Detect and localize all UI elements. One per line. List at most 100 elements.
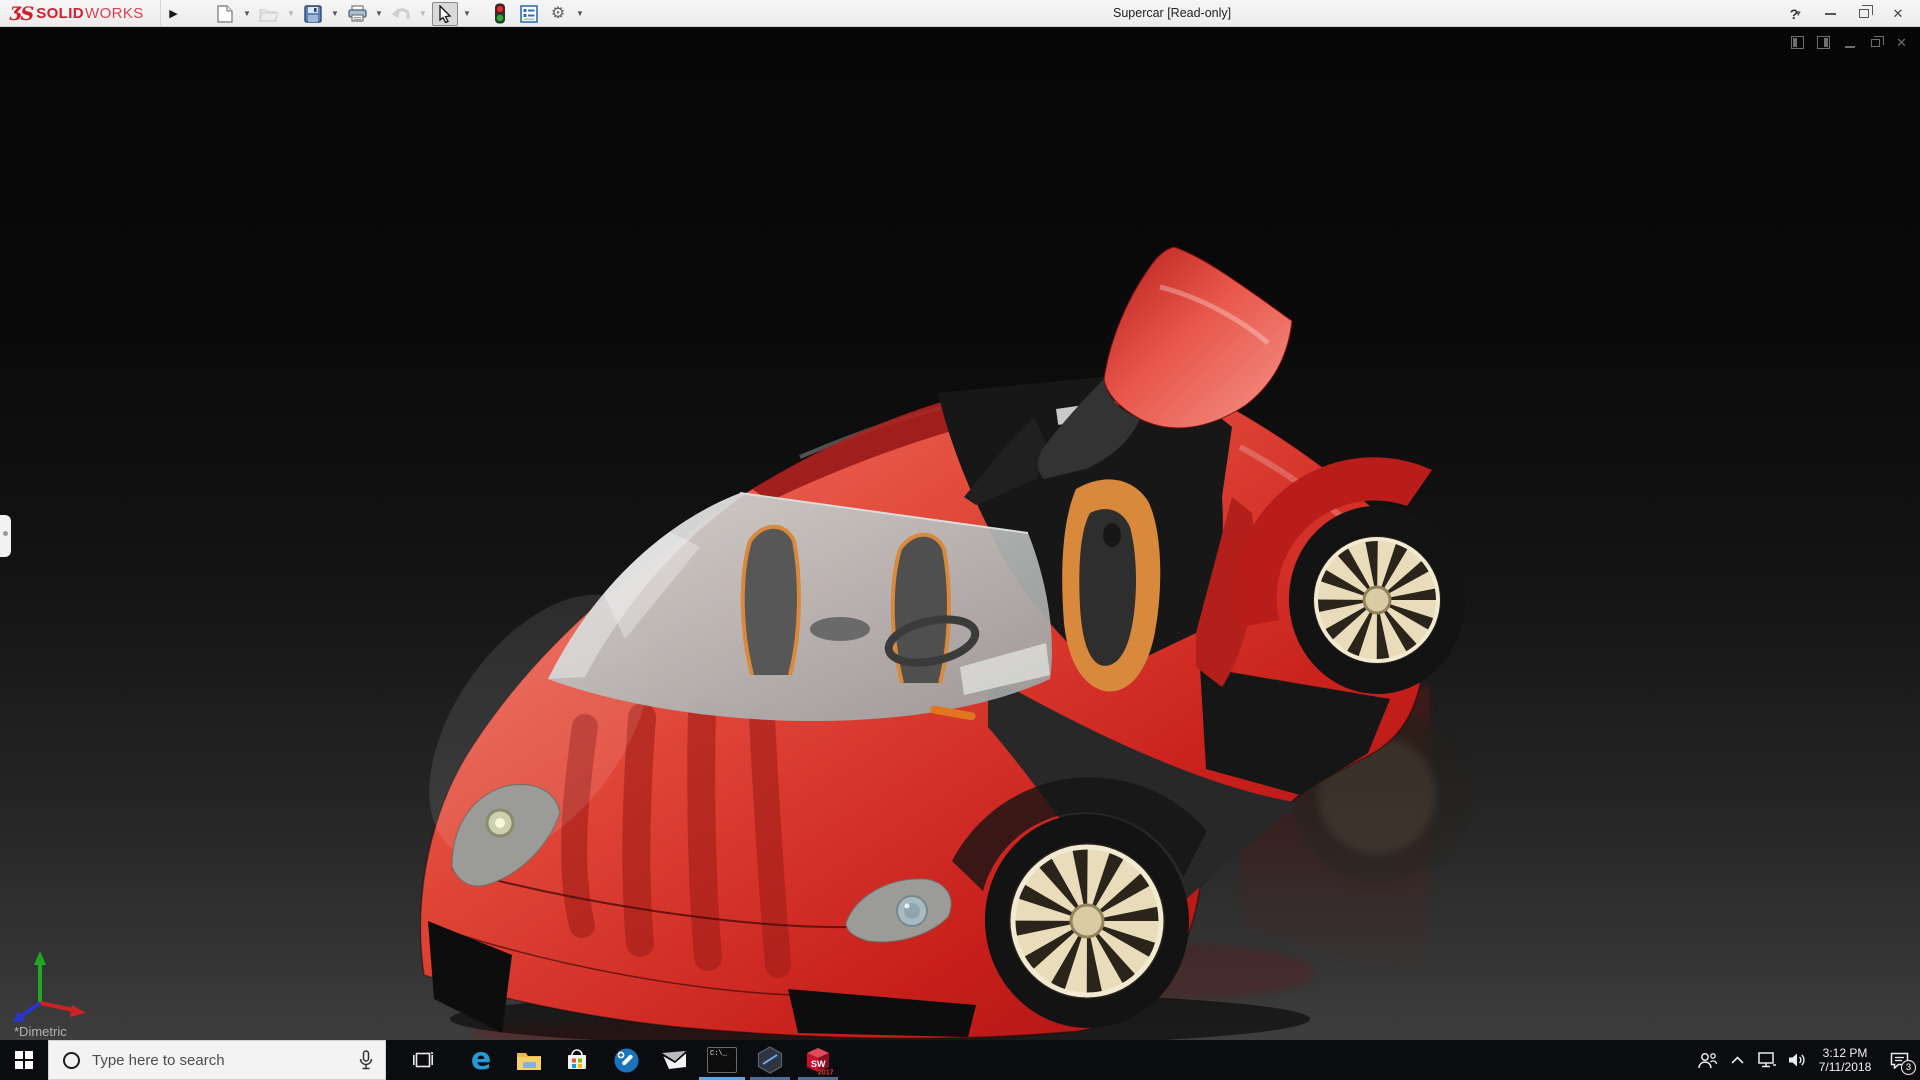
action-center-button[interactable]: 3 <box>1878 1040 1920 1080</box>
task-view-icon <box>413 1052 433 1068</box>
taskbar-search[interactable] <box>48 1040 386 1080</box>
restore-button[interactable] <box>1850 0 1878 27</box>
save-floppy-icon <box>304 4 322 23</box>
cortana-icon <box>63 1051 80 1069</box>
doc-restore-icon <box>1871 35 1884 47</box>
taskbar-command-prompt[interactable]: C:\_ <box>699 1040 745 1080</box>
task-view-button[interactable] <box>400 1040 446 1080</box>
open-folder-icon <box>259 8 279 22</box>
print-icon <box>347 5 367 22</box>
network-button[interactable] <box>1752 1040 1782 1080</box>
help-button[interactable]: ? ▼ <box>1782 0 1810 27</box>
svg-text:2017: 2017 <box>818 1070 833 1076</box>
command-prompt-icon: C:\_ <box>707 1047 737 1073</box>
file-explorer-icon <box>517 1052 541 1070</box>
store-icon <box>568 1049 586 1069</box>
select-tool-button[interactable] <box>432 1 458 26</box>
main-toolbar: ▼ ▼ ▼ ▼ ▼ ▼ ⚙ ▼ <box>212 0 586 27</box>
solidworks-logo: ƷS SOLID WORKS <box>10 0 144 27</box>
save-button[interactable] <box>300 2 326 26</box>
new-document-caret[interactable]: ▼ <box>241 2 253 26</box>
document-title: Supercar [Read-only] <box>1113 6 1232 20</box>
reference-triad <box>13 951 86 1022</box>
hexagon-app-icon <box>757 1046 783 1074</box>
taskbar-mail[interactable] <box>651 1040 697 1080</box>
options-button[interactable]: ⚙ <box>545 2 571 26</box>
view-orientation-label: *Dimetric <box>14 1024 67 1039</box>
print-caret[interactable]: ▼ <box>373 2 385 26</box>
panel-tab-dot-icon <box>3 531 8 536</box>
select-cursor-icon <box>439 4 452 23</box>
solidworks-2017-icon: SW 2017 <box>807 1048 833 1076</box>
save-caret[interactable]: ▼ <box>329 2 341 26</box>
wrench-circle-icon <box>614 1048 638 1072</box>
taskbar-microsoft-store[interactable] <box>554 1040 600 1080</box>
minimize-icon <box>1824 12 1836 15</box>
pane-left-icon <box>1791 36 1804 49</box>
tray-time: 3:12 PM <box>1822 1046 1868 1060</box>
rebuild-button[interactable] <box>487 2 513 26</box>
doc-close-button[interactable]: ✕ <box>1893 34 1910 51</box>
ds-logo-mark-icon: ƷS <box>10 2 34 25</box>
undo-caret[interactable]: ▼ <box>417 2 429 26</box>
menu-flyout-arrow-icon[interactable]: ▶ <box>160 0 186 27</box>
supercar-3d-model <box>419 246 1467 1040</box>
people-button[interactable] <box>1692 1040 1722 1080</box>
speaker-icon <box>1789 1053 1805 1067</box>
taskbar-settings-tool[interactable] <box>603 1040 649 1080</box>
microphone-icon[interactable] <box>359 1050 373 1070</box>
print-button[interactable] <box>344 2 370 26</box>
options-caret[interactable]: ▼ <box>574 2 586 26</box>
taskbar-hexagon-app[interactable] <box>747 1040 793 1080</box>
pane-left-button[interactable] <box>1789 34 1806 51</box>
taskbar: e C:\_ <box>0 1040 1920 1080</box>
doc-minimize-icon <box>1844 45 1855 48</box>
doc-close-icon: ✕ <box>1896 35 1907 50</box>
chevron-up-icon <box>1730 1056 1744 1064</box>
people-icon <box>1697 1052 1717 1068</box>
taskbar-solidworks[interactable]: SW 2017 <box>795 1040 841 1080</box>
file-properties-button[interactable] <box>516 2 542 26</box>
properties-list-icon <box>520 4 538 23</box>
tray-date: 7/11/2018 <box>1818 1060 1872 1074</box>
window-controls: ? ▼ ✕ <box>1782 0 1912 27</box>
doc-minimize-button[interactable] <box>1841 34 1858 51</box>
minimize-button[interactable] <box>1816 0 1844 27</box>
driver-seat <box>1062 479 1161 692</box>
system-tray: 3:12 PM 7/11/2018 3 <box>1692 1040 1920 1080</box>
notification-count-badge: 3 <box>1901 1060 1916 1075</box>
start-button[interactable] <box>0 1040 48 1080</box>
volume-button[interactable] <box>1782 1040 1812 1080</box>
search-input[interactable] <box>92 1051 359 1069</box>
logo-text-works: WORKS <box>85 5 144 22</box>
clock[interactable]: 3:12 PM 7/11/2018 <box>1812 1046 1878 1074</box>
collapsed-panel-tab[interactable] <box>0 515 11 557</box>
logo-text-solid: SOLID <box>36 5 85 22</box>
close-icon: ✕ <box>1892 5 1904 21</box>
pane-right-button[interactable] <box>1815 34 1832 51</box>
graphics-viewport[interactable]: ✕ *Dimetric <box>0 27 1920 1040</box>
taskbar-microsoft-edge[interactable]: e <box>458 1040 504 1080</box>
ethernet-network-icon <box>1757 1052 1776 1068</box>
svg-text:SW: SW <box>811 1059 826 1069</box>
document-window-controls: ✕ <box>1789 34 1910 51</box>
open-document-caret[interactable]: ▼ <box>285 2 297 26</box>
windows-logo-icon <box>15 1051 33 1069</box>
gear-icon: ⚙ <box>550 4 566 22</box>
doc-restore-button[interactable] <box>1867 34 1884 51</box>
restore-icon <box>1859 5 1873 18</box>
undo-arrow-icon <box>391 7 410 19</box>
select-tool-caret[interactable]: ▼ <box>461 2 473 26</box>
traffic-light-icon <box>495 3 505 24</box>
show-hidden-icons-button[interactable] <box>1722 1040 1752 1080</box>
help-caret-icon: ▼ <box>1794 9 1803 18</box>
open-document-button[interactable] <box>256 2 282 26</box>
mail-envelope-icon <box>662 1051 686 1069</box>
new-document-button[interactable] <box>212 2 238 26</box>
new-document-icon <box>217 4 233 23</box>
edge-icon: e <box>470 1042 492 1077</box>
undo-button[interactable] <box>388 2 414 26</box>
taskbar-file-explorer[interactable] <box>506 1040 552 1080</box>
titlebar: ƷS SOLID WORKS ▶ ▼ ▼ ▼ ▼ ▼ ▼ ⚙ ▼ Superca… <box>0 0 1920 27</box>
close-button[interactable]: ✕ <box>1884 0 1912 27</box>
